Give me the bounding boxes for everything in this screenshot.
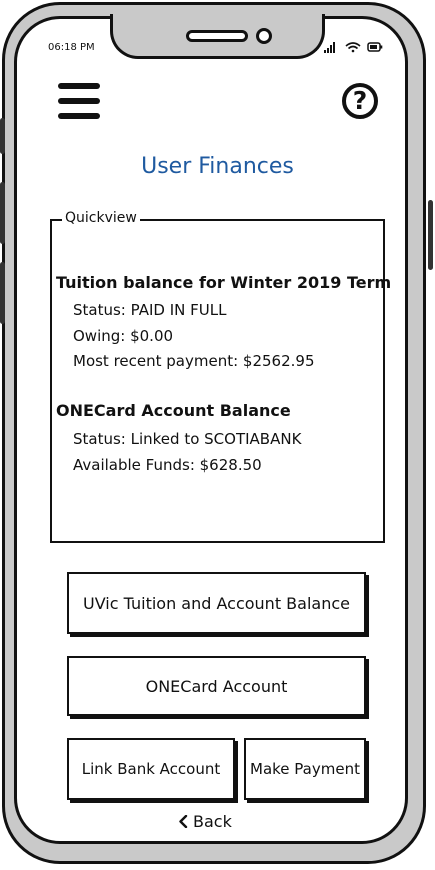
link-bank-account-button[interactable]: Link Bank Account [67,738,235,800]
battery-icon [367,42,383,52]
onecard-heading: ONECard Account Balance [56,401,291,420]
quickview-panel: Quickview Tuition balance for Winter 201… [50,210,391,543]
quickview-legend: Quickview [62,210,140,226]
back-link[interactable]: Back [178,812,258,831]
tuition-status: Status: PAID IN FULL [73,301,227,319]
help-icon[interactable]: ? [342,83,378,119]
onecard-funds: Available Funds: $628.50 [73,456,262,474]
make-payment-button[interactable]: Make Payment [244,738,366,800]
onecard-account-button[interactable]: ONECard Account [67,656,366,716]
volume-up-button [0,182,5,244]
tuition-owing: Owing: $0.00 [73,327,174,345]
signal-icon [324,42,335,53]
speaker-grille [186,30,248,42]
tuition-heading: Tuition balance for Winter 2019 Term [56,273,392,292]
hamburger-menu-icon[interactable] [58,83,100,119]
onecard-status: Status: Linked to SCOTIABANK [73,430,302,448]
back-label: Back [193,812,232,831]
status-time: 06:18 PM [48,42,95,53]
chevron-left-icon [179,814,188,829]
wifi-icon [345,42,361,53]
front-camera [256,28,272,44]
silent-switch [0,118,5,154]
status-icons [324,42,383,53]
page-title: User Finances [141,154,294,179]
tuition-recent-payment: Most recent payment: $2562.95 [73,352,315,370]
power-button [428,200,433,270]
volume-down-button [0,262,5,324]
tuition-balance-button[interactable]: UVic Tuition and Account Balance [67,572,366,634]
